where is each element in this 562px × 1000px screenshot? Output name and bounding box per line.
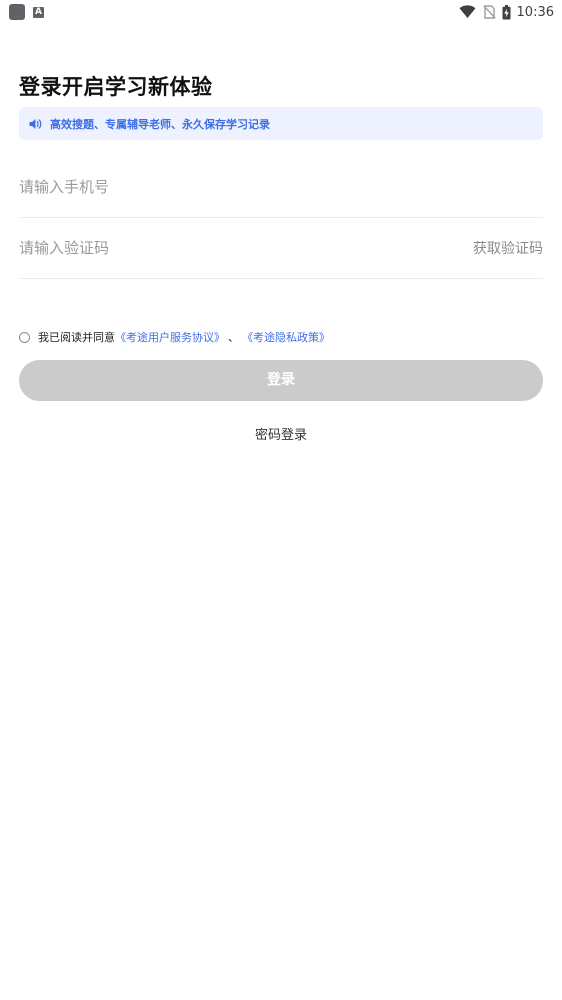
notice-banner: 高效搜题、专属辅导老师、永久保存学习记录 (19, 107, 543, 140)
battery-charging-icon (502, 4, 511, 19)
phone-field (19, 157, 543, 218)
agreement-separator: 、 (228, 331, 239, 344)
password-login-link[interactable]: 密码登录 (255, 428, 307, 443)
phone-input[interactable] (19, 157, 439, 216)
status-bar: A 10:36 (0, 0, 562, 24)
get-code-button[interactable]: 获取验证码 (473, 238, 543, 258)
notice-text: 高效搜题、专属辅导老师、永久保存学习记录 (50, 117, 270, 131)
a-icon: A (33, 6, 44, 18)
privacy-policy-link[interactable]: 《考途隐私政策》 (242, 329, 330, 345)
no-sim-icon (482, 5, 496, 19)
code-field: 获取验证码 (19, 218, 543, 279)
login-button[interactable]: 登录 (19, 360, 543, 401)
user-agreement-link[interactable]: 《考途用户服务协议》 (115, 329, 225, 345)
status-time: 10:36 (516, 4, 554, 20)
status-left-icons: A (9, 4, 44, 20)
status-right-icons: 10:36 (459, 3, 554, 21)
speaker-icon (29, 118, 42, 129)
verification-code-input[interactable] (19, 218, 439, 277)
agreement-prefix: 我已阅读并同意 (38, 331, 115, 344)
password-login-row: 密码登录 (0, 424, 562, 443)
agreement-row: 我已阅读并同意 《考途用户服务协议》 、 《考途隐私政策》 (19, 329, 330, 345)
agreement-checkbox[interactable] (19, 331, 30, 343)
wifi-icon (459, 5, 476, 19)
page-title: 登录开启学习新体验 (19, 75, 213, 99)
app-icon (9, 4, 25, 20)
